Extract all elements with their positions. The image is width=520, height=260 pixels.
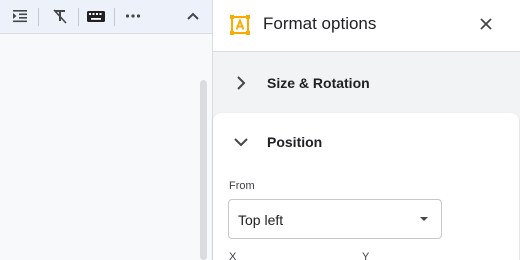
x-label: X: [229, 251, 237, 260]
panel-header: Format options: [213, 0, 520, 52]
close-icon[interactable]: [475, 13, 497, 35]
from-select-value: Top left: [238, 212, 284, 228]
from-label: From: [229, 180, 255, 192]
collapse-toolbar-icon[interactable]: [181, 5, 205, 27]
keyboard-icon[interactable]: [84, 5, 108, 27]
more-icon[interactable]: [121, 5, 145, 27]
y-label: Y: [362, 251, 370, 260]
format-options-logo-icon: [229, 14, 251, 36]
toolbar: [0, 0, 212, 33]
chevron-right-icon: [233, 75, 249, 91]
toolbar-divider: [38, 8, 39, 26]
panel-title: Format options: [263, 14, 377, 33]
document-canvas[interactable]: [0, 33, 212, 260]
chevron-down-icon[interactable]: [233, 134, 249, 150]
format-options-panel: Format options Size & Rotation Position …: [212, 0, 520, 260]
dropdown-arrow-icon: [420, 217, 428, 221]
toolbar-divider: [78, 8, 79, 26]
section-size-rotation[interactable]: Size & Rotation: [213, 53, 520, 111]
section-size-rotation-label: Size & Rotation: [267, 75, 370, 91]
section-position-label[interactable]: Position: [267, 134, 322, 150]
editor-area: [0, 0, 212, 260]
toolbar-divider: [114, 8, 115, 26]
section-position: Position From Top left X Y: [213, 113, 519, 260]
clear-formatting-icon[interactable]: [48, 5, 72, 27]
indent-icon[interactable]: [8, 5, 32, 27]
from-select[interactable]: Top left: [228, 199, 442, 239]
vertical-scrollbar[interactable]: [200, 80, 207, 260]
